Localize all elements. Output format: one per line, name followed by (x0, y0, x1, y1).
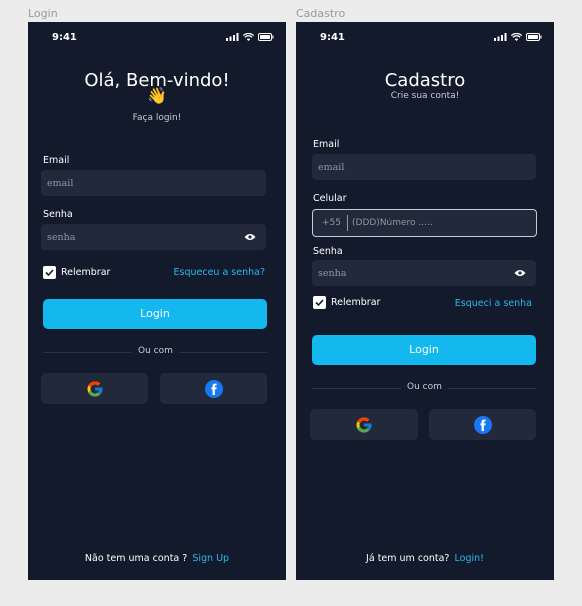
email-input[interactable] (318, 154, 498, 180)
email-input[interactable] (47, 170, 227, 196)
facebook-icon (204, 379, 223, 398)
divider-text: Ou com (132, 346, 179, 356)
eye-icon[interactable] (514, 269, 526, 277)
password-label: Senha (313, 246, 343, 257)
login-link[interactable]: Login! (455, 553, 484, 564)
country-code[interactable]: +55 (322, 218, 341, 228)
phone-field[interactable]: +55 (312, 209, 537, 237)
facebook-button[interactable] (429, 409, 536, 440)
footer-text: Já tem um conta? (366, 553, 450, 564)
footer: Não tem uma conta ? Sign Up (28, 553, 286, 564)
battery-icon (258, 33, 274, 41)
password-input[interactable] (318, 260, 498, 286)
wifi-icon (511, 33, 522, 41)
remember-label: Relembrar (331, 297, 381, 308)
password-field[interactable] (41, 224, 266, 250)
footer: Já tem um conta? Login! (296, 553, 554, 564)
status-time: 9:41 (320, 32, 345, 43)
eye-icon[interactable] (244, 233, 256, 241)
signup-screen: 9:41 Cadastro Crie sua conta! Email Celu… (296, 22, 554, 580)
login-button[interactable]: Login (43, 299, 267, 329)
facebook-icon (473, 415, 492, 434)
google-icon (356, 417, 372, 432)
page-title: Cadastro (384, 70, 466, 91)
signup-link[interactable]: Sign Up (192, 553, 229, 564)
forgot-password-link[interactable]: Esqueci a senha (455, 298, 532, 309)
email-label: Email (313, 139, 340, 150)
remember-row[interactable]: Relembrar (43, 266, 110, 279)
google-icon (87, 381, 102, 396)
frame-label-cadastro: Cadastro (296, 7, 346, 20)
email-field[interactable] (312, 154, 536, 180)
remember-checkbox[interactable] (43, 266, 56, 279)
check-icon (45, 269, 54, 277)
remember-checkbox[interactable] (313, 296, 326, 309)
wave-emoji: 👋 (147, 86, 167, 105)
signal-icon (494, 33, 507, 41)
email-label: Email (43, 155, 70, 166)
email-field[interactable] (41, 170, 266, 196)
login-screen: 9:41 Olá, Bem-vindo! 👋 Faça login! Email… (28, 22, 286, 580)
google-button[interactable] (310, 409, 418, 440)
status-icons (226, 33, 274, 41)
phone-input[interactable] (352, 210, 502, 236)
page-subtitle: Crie sua conta! (390, 91, 460, 101)
phone-separator (347, 215, 348, 231)
password-field[interactable] (312, 260, 536, 286)
status-icons (494, 33, 542, 41)
divider-text: Ou com (401, 382, 448, 392)
battery-icon (526, 33, 542, 41)
signal-icon (226, 33, 239, 41)
page-subtitle: Faça login! (132, 113, 182, 123)
phone-label: Celular (313, 193, 347, 204)
login-button[interactable]: Login (312, 335, 536, 365)
footer-text: Não tem uma conta ? (84, 553, 188, 564)
password-label: Senha (43, 209, 73, 220)
status-bar: 9:41 (28, 22, 286, 52)
frame-label-login: Login (28, 7, 58, 20)
password-input[interactable] (47, 224, 227, 250)
forgot-password-link[interactable]: Esqueceu a senha? (174, 267, 266, 278)
status-bar: 9:41 (296, 22, 554, 52)
remember-label: Relembrar (61, 267, 111, 278)
status-time: 9:41 (52, 32, 77, 43)
google-button[interactable] (41, 373, 148, 404)
remember-row[interactable]: Relembrar (313, 296, 380, 309)
check-icon (315, 299, 324, 307)
wifi-icon (243, 33, 254, 41)
facebook-button[interactable] (160, 373, 267, 404)
